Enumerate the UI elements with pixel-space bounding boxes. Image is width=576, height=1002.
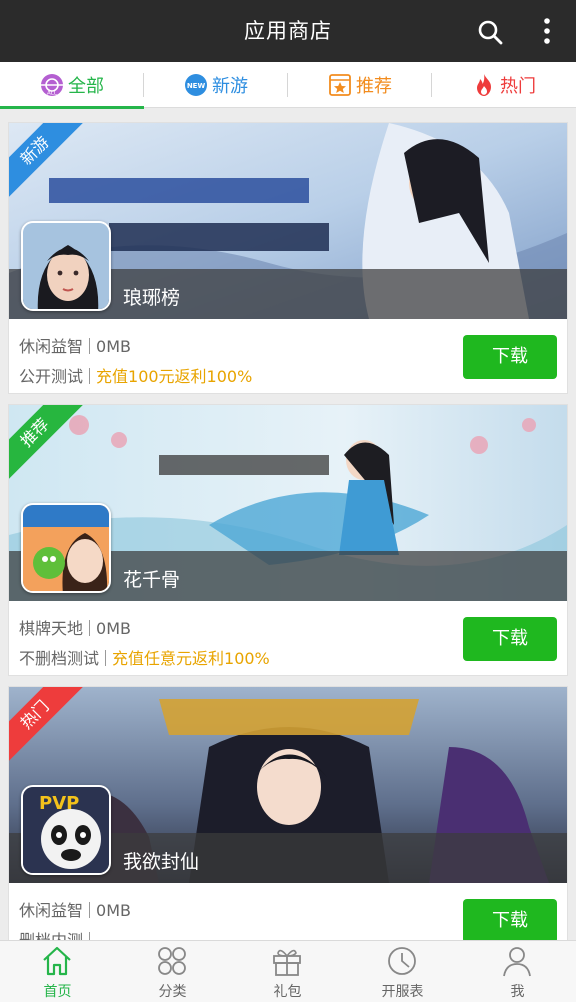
tab-all[interactable]: ALL 全部 (0, 62, 144, 109)
home-icon (43, 946, 71, 976)
game-size: 0MB (96, 901, 131, 920)
game-list: 新游 琅琊榜 休闲益智 0MB 公开测试 充值100元返利100% 下载 推荐 … (0, 108, 576, 940)
game-title: 花千骨 (123, 569, 181, 591)
game-test-status: 不删档测试 (19, 649, 100, 668)
game-promo: 充值100元返利100% (96, 367, 253, 386)
nav-server-schedule[interactable]: 开服表 (345, 941, 460, 1002)
nav-profile-label: 我 (510, 984, 525, 1000)
game-category: 棋牌天地 (19, 619, 84, 638)
game-banner-image: 新游 琅琊榜 (9, 123, 567, 319)
more-options-icon[interactable] (534, 16, 560, 46)
game-test-status: 删档内测 (19, 931, 83, 940)
tab-recommended[interactable]: 推荐 (288, 62, 432, 108)
nav-home[interactable]: 首页 (0, 941, 115, 1002)
game-test-status: 公开测试 (19, 367, 84, 386)
game-meta-row: 休闲益智 0MB (19, 333, 131, 357)
tab-new[interactable]: NEW 新游 (144, 62, 288, 108)
nav-profile[interactable]: 我 (460, 941, 575, 1002)
nav-category[interactable]: 分类 (115, 941, 230, 1002)
top-app-bar: 应用商店 (0, 0, 576, 62)
game-meta-row: 棋牌天地 0MB (19, 615, 131, 639)
svg-text:PVP: PVP (39, 793, 79, 814)
gift-icon (273, 949, 301, 976)
category-tabs: ALL 全部 NEW 新游 推荐 热门 (0, 62, 576, 109)
game-promo: 充值任意元返利100% (112, 649, 270, 668)
svg-text:ALL: ALL (47, 91, 58, 97)
game-meta-row: 休闲益智 0MB (19, 897, 131, 921)
app-store-screen: 应用商店 ALL 全部 NEW 新游 推荐 热门 新游 琅琊榜 休闲益智 0MB… (0, 0, 576, 1002)
download-button[interactable]: 下载 (463, 335, 557, 379)
bottom-navigation: 首页 分类 礼包 开服表 我 (0, 940, 576, 1002)
game-title: 我欲封仙 (123, 851, 200, 873)
download-button[interactable]: 下载 (463, 617, 557, 661)
tab-hot[interactable]: 热门 (432, 62, 576, 108)
nav-home-label: 首页 (43, 984, 72, 1000)
clock-icon (388, 947, 416, 975)
category-icon (158, 947, 186, 975)
star-icon (329, 74, 351, 96)
game-status-row: 公开测试 充值100元返利100% (19, 363, 252, 387)
game-banner-image: 推荐 花千骨 (9, 405, 567, 601)
game-category: 休闲益智 (19, 901, 84, 920)
search-icon[interactable] (476, 18, 504, 46)
user-icon (503, 947, 531, 977)
game-status-row: 删档内测 (19, 927, 96, 940)
new-icon: NEW (185, 74, 207, 96)
game-size: 0MB (96, 619, 131, 638)
download-button[interactable]: 下载 (463, 899, 557, 940)
nav-gift-label: 礼包 (273, 984, 302, 1000)
svg-text:NEW: NEW (187, 82, 206, 90)
tab-hot-label: 热门 (500, 76, 536, 97)
tab-recommended-label: 推荐 (356, 76, 392, 97)
tab-new-label: 新游 (212, 76, 248, 97)
flame-icon (477, 74, 491, 96)
game-app-icon (21, 503, 111, 593)
nav-category-label: 分类 (158, 984, 187, 1000)
game-card[interactable]: 新游 琅琊榜 休闲益智 0MB 公开测试 充值100元返利100% 下载 (8, 122, 568, 394)
game-status-row: 不删档测试 充值任意元返利100% (19, 645, 270, 669)
game-banner-image: 热门 PVP 我欲封仙 (9, 687, 567, 883)
game-app-icon: PVP (21, 785, 111, 875)
game-category: 休闲益智 (19, 337, 84, 356)
game-card[interactable]: 推荐 花千骨 棋牌天地 0MB 不删档测试充值任意元返利100% 下载 (8, 404, 568, 676)
nav-gift[interactable]: 礼包 (230, 941, 345, 1002)
game-title: 琅琊榜 (123, 287, 181, 309)
tab-all-label: 全部 (68, 76, 104, 97)
game-card[interactable]: 热门 PVP 我欲封仙 休闲益智 0MB 下载 (8, 686, 568, 940)
game-app-icon (21, 221, 111, 311)
nav-server-schedule-label: 开服表 (381, 984, 424, 1000)
all-icon: ALL (41, 74, 63, 97)
game-size: 0MB (96, 337, 131, 356)
